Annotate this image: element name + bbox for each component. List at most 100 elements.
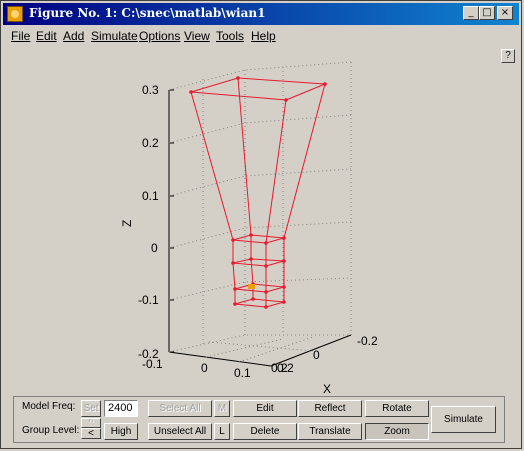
reflect-button[interactable]: Reflect (298, 400, 362, 417)
wire-segment (250, 258, 254, 285)
wire-node (282, 236, 286, 240)
control-panel: Model Freq: Set 2400 Group Level: ^ < Hi… (13, 396, 505, 443)
wire-node (249, 257, 253, 261)
group-level-down-button[interactable]: < (81, 428, 101, 439)
wire-segment (283, 83, 326, 239)
select-all-button[interactable]: Select All (148, 400, 212, 417)
menu-view[interactable]: View (184, 29, 210, 43)
wire-node (233, 287, 237, 291)
wire-node (264, 241, 268, 245)
wire-node (249, 233, 253, 237)
y-tick-label: -0.2 (357, 334, 378, 348)
wire-segment (232, 234, 252, 241)
close-button[interactable]: × (497, 6, 513, 20)
wire-node (282, 259, 286, 263)
y-tick-label: 0 (313, 348, 320, 362)
wire-segment (265, 237, 285, 244)
delete-button[interactable]: Delete (233, 423, 297, 440)
group-level-up-button[interactable]: ^ (81, 418, 101, 428)
window-title: Figure No. 1: C:\snec\matlab\wian1 (29, 6, 266, 20)
simulate-button[interactable]: Simulate (431, 406, 496, 433)
menu-tools[interactable]: Tools (216, 29, 244, 43)
menu-edit[interactable]: Edit (36, 29, 57, 43)
z-tick-label: 0 (151, 241, 158, 255)
x-tick-label: 0 (201, 361, 208, 375)
z-tick-label: 0.2 (142, 136, 159, 150)
menu-help[interactable]: Help (251, 29, 276, 43)
wire-segment (190, 77, 239, 93)
matlab-app-icon[interactable] (7, 6, 23, 22)
grid-lines (168, 61, 352, 363)
wire-node (264, 290, 268, 294)
wire-node (251, 297, 255, 301)
wire-segment (234, 288, 267, 293)
wire-segment (232, 262, 236, 290)
x-axis-line (168, 351, 272, 367)
wire-segment (237, 77, 326, 85)
wire-node (282, 300, 286, 304)
wire-segment (237, 77, 252, 236)
z-ticks (169, 89, 174, 353)
axes-box (168, 89, 352, 367)
wire-node (323, 82, 327, 86)
wire-segment (285, 83, 326, 101)
wire-segment (252, 283, 285, 288)
wire-segment (232, 262, 267, 267)
x-axis-label: X (323, 382, 331, 396)
minimize-button[interactable]: _ (463, 6, 479, 20)
l-button[interactable]: L (214, 423, 230, 440)
wire-node (236, 76, 240, 80)
wire-node (233, 302, 237, 306)
menu-bar: File Edit Add Simulate Options View Tool… (3, 27, 519, 45)
model-freq-label: Model Freq: (22, 401, 76, 412)
feed-source-marker (248, 284, 255, 289)
wire-node (282, 285, 286, 289)
menu-file[interactable]: File (11, 29, 30, 43)
wire-segment (232, 239, 267, 244)
wire-segment (250, 258, 285, 262)
x-tick-labels: -0.1 0 0.1 0.2 (142, 357, 288, 380)
edit-button[interactable]: Edit (233, 400, 297, 417)
z-tick-label: 0.3 (142, 83, 159, 97)
high-level-button[interactable]: High (104, 423, 138, 440)
wire-node (231, 238, 235, 242)
wire-segment (234, 303, 267, 308)
wire-segment (232, 258, 252, 264)
z-tick-label: -0.1 (138, 293, 159, 307)
maximize-button[interactable]: □ (479, 6, 495, 20)
unselect-all-button[interactable]: Unselect All (148, 423, 212, 440)
wire-node (231, 261, 235, 265)
x-tick-label: 0.1 (234, 366, 251, 380)
z-tick-label: 0.1 (142, 189, 159, 203)
wire-node (189, 90, 193, 94)
x-tick-label: -0.1 (142, 357, 163, 371)
y-tick-label: 0.2 (277, 361, 294, 375)
wire-segment (190, 91, 234, 241)
wire-segment (265, 301, 285, 308)
wire-node (264, 264, 268, 268)
m-button[interactable]: M (214, 400, 230, 417)
group-level-label: Group Level: (22, 425, 80, 436)
y-tick-labels: -0.2 0 0.2 (277, 334, 378, 375)
freq-input[interactable]: 2400 (104, 400, 138, 417)
antenna-wire (189, 76, 327, 309)
wire-segment (252, 298, 285, 303)
wire-node (264, 305, 268, 309)
wire-segment (265, 260, 285, 267)
3d-wire-plot[interactable]: 0.3 0.2 0.1 0 -0.1 -0.2 Z -0.1 0 0.1 0.2… (1, 49, 524, 396)
menu-options[interactable]: Options (139, 29, 180, 43)
set-freq-button[interactable]: Set (81, 400, 101, 417)
zoom-button[interactable]: Zoom (365, 423, 429, 440)
wire-node (284, 98, 288, 102)
translate-button[interactable]: Translate (298, 423, 362, 440)
rotate-button[interactable]: Rotate (365, 400, 429, 417)
menu-add[interactable]: Add (63, 29, 84, 43)
z-axis-label: Z (120, 220, 134, 227)
menu-simulate[interactable]: Simulate (91, 29, 138, 43)
title-bar[interactable]: Figure No. 1: C:\snec\matlab\wian1 _ □ × (3, 3, 519, 25)
wire-segment (190, 91, 287, 101)
wire-segment (265, 286, 285, 293)
figure-window: Figure No. 1: C:\snec\matlab\wian1 _ □ ×… (0, 0, 522, 449)
z-tick-labels: 0.3 0.2 0.1 0 -0.1 -0.2 (138, 83, 159, 361)
wire-segment (234, 298, 254, 305)
